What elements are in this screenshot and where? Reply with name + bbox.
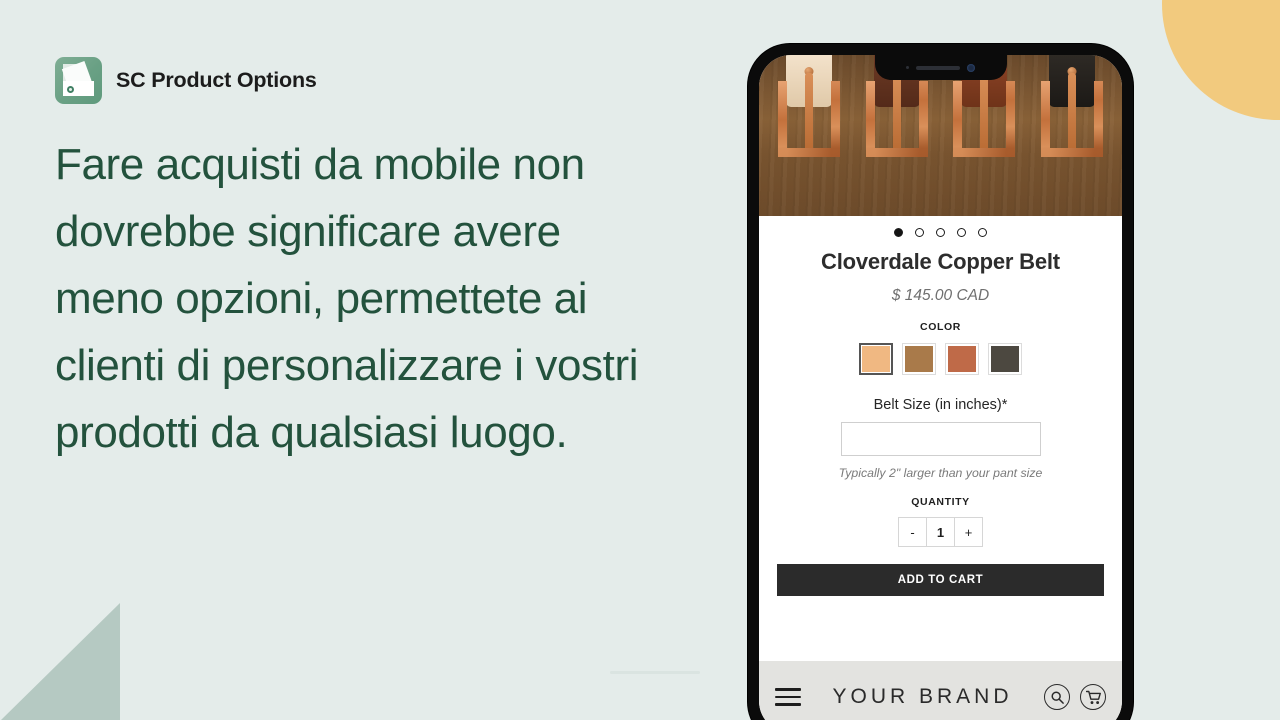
- carousel-dots[interactable]: [759, 216, 1122, 243]
- carousel-dot[interactable]: [894, 228, 903, 237]
- color-swatch-group[interactable]: [759, 333, 1122, 375]
- color-option-label: COLOR: [920, 321, 961, 333]
- slide-canvas: SC Product Options Fare acquisti da mobi…: [0, 0, 1280, 720]
- belt-size-helper-text: Typically 2" larger than your pant size: [838, 466, 1043, 480]
- brand-header: SC Product Options: [55, 57, 317, 104]
- store-name: YOUR BRAND: [832, 685, 1013, 708]
- product-title: Cloverdale Copper Belt: [821, 249, 1060, 274]
- quantity-label: QUANTITY: [911, 496, 970, 508]
- phone-notch: [874, 55, 1007, 80]
- quantity-value[interactable]: 1: [926, 518, 955, 546]
- phone-screen: Cloverdale Copper Belt $ 145.00 CAD COLO…: [759, 55, 1122, 720]
- front-camera-icon: [967, 63, 975, 72]
- color-swatch-natural-tan[interactable]: [859, 343, 893, 375]
- color-swatch-medium-brown[interactable]: [902, 343, 936, 375]
- belt-size-input[interactable]: [840, 422, 1041, 456]
- search-icon[interactable]: [1044, 684, 1070, 710]
- quantity-increment-button[interactable]: +: [955, 518, 982, 546]
- color-swatch-charcoal[interactable]: [988, 343, 1022, 375]
- brand-name: SC Product Options: [116, 68, 317, 92]
- add-to-cart-button[interactable]: ADD TO CART: [777, 564, 1104, 596]
- decorative-triangle: [0, 603, 120, 720]
- carousel-dot[interactable]: [915, 228, 924, 237]
- product-options-logo-icon: [55, 57, 102, 104]
- carousel-dot[interactable]: [957, 228, 966, 237]
- quantity-decrement-button[interactable]: -: [899, 518, 926, 546]
- carousel-dot[interactable]: [978, 228, 987, 237]
- decorative-circle: [1162, 0, 1280, 120]
- decorative-line: [610, 671, 700, 674]
- belt-size-label: Belt Size (in inches)*: [873, 397, 1008, 413]
- color-swatch-rust[interactable]: [945, 343, 979, 375]
- phone-mockup: Cloverdale Copper Belt $ 145.00 CAD COLO…: [748, 44, 1133, 720]
- carousel-dot[interactable]: [936, 228, 945, 237]
- shopping-cart-icon[interactable]: [1080, 684, 1106, 710]
- store-header-bar: YOUR BRAND: [759, 661, 1122, 720]
- quantity-stepper[interactable]: - 1 +: [898, 517, 983, 547]
- hamburger-menu-icon[interactable]: [775, 688, 801, 706]
- page-headline: Fare acquisti da mobile non dovrebbe sig…: [55, 140, 639, 457]
- product-price: $ 145.00 CAD: [891, 287, 990, 304]
